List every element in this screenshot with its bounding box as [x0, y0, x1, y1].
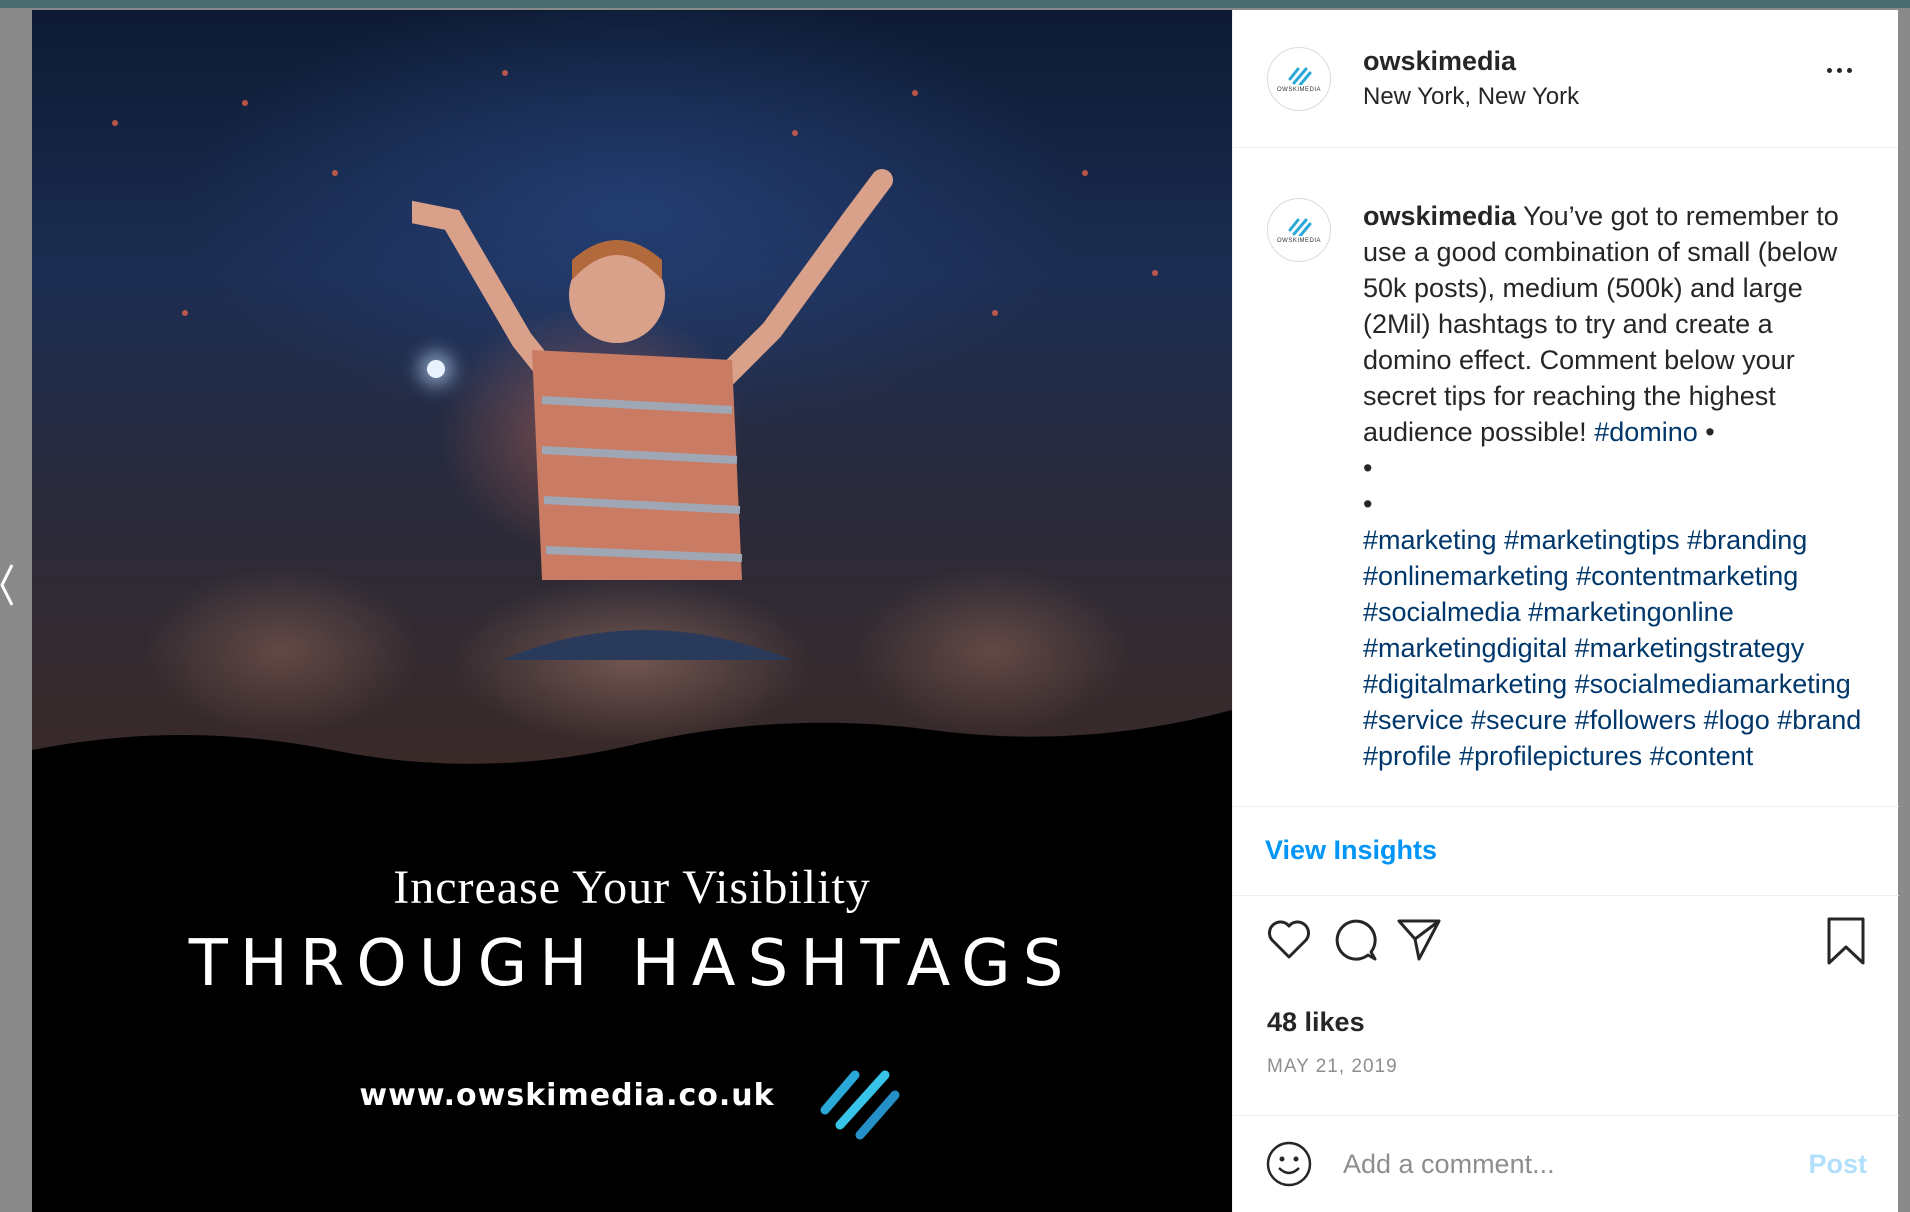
cheering-woman-figure [412, 169, 893, 660]
action-bar [1265, 915, 1867, 975]
post-sidebar: OWSKIMEDIA owskimedia New York, New York… [1232, 10, 1899, 1212]
avatar[interactable]: OWSKIMEDIA [1267, 198, 1331, 262]
logo-icon [1288, 218, 1312, 236]
logo-icon [820, 1070, 900, 1140]
image-headline-line1: Increase Your Visibility [393, 861, 871, 914]
avatar[interactable]: OWSKIMEDIA [1267, 46, 1331, 111]
caption-bullet: • [1363, 489, 1373, 519]
caption-username[interactable]: owskimedia [1363, 201, 1516, 231]
likes-count[interactable]: 48 likes [1267, 1007, 1365, 1038]
caption-area[interactable]: OWSKIMEDIA owskimedia You’ve got to reme… [1233, 148, 1899, 806]
post-comment-button[interactable]: Post [1808, 1149, 1867, 1180]
image-website: www.owskimedia.co.uk [359, 1077, 775, 1113]
logo-icon [1288, 67, 1312, 85]
more-options-icon[interactable] [1827, 68, 1852, 73]
back-arrow-icon[interactable] [0, 560, 14, 610]
post-modal: Increase Your Visibility THROUGH HASHTAG… [32, 10, 1899, 1212]
hashtag-link[interactable]: #domino [1594, 417, 1698, 447]
browser-strip [0, 0, 1910, 8]
caption-text: owskimedia You’ve got to remember to use… [1363, 198, 1863, 806]
bookmark-icon[interactable] [1825, 915, 1867, 967]
caption-bullet: • [1363, 453, 1373, 483]
caption-body: You’ve got to remember to use a good com… [1363, 201, 1839, 447]
post-date: MAY 21, 2019 [1267, 1056, 1398, 1077]
comment-input[interactable] [1343, 1148, 1783, 1180]
caption-bullet: • [1705, 417, 1715, 447]
location-link[interactable]: New York, New York [1363, 83, 1579, 111]
share-icon[interactable] [1395, 915, 1443, 963]
avatar-label: OWSKIMEDIA [1276, 86, 1321, 93]
post-image[interactable]: Increase Your Visibility THROUGH HASHTAG… [32, 10, 1232, 1212]
post-header: OWSKIMEDIA owskimedia New York, New York [1233, 10, 1898, 148]
hashtag-list[interactable]: #marketing #marketingtips #branding #onl… [1363, 522, 1863, 774]
username-link[interactable]: owskimedia [1363, 46, 1579, 77]
image-headline: Increase Your Visibility THROUGH HASHTAG… [32, 860, 1232, 1001]
comment-icon[interactable] [1331, 915, 1379, 963]
image-headline-line2: THROUGH HASHTAGS [188, 927, 1076, 1001]
avatar-label: OWSKIMEDIA [1276, 238, 1321, 244]
heart-icon[interactable] [1265, 915, 1313, 963]
view-insights-row: View Insights [1233, 806, 1899, 896]
image-wave-divider [32, 710, 1232, 790]
view-insights-link[interactable]: View Insights [1265, 835, 1437, 865]
image-footer: www.owskimedia.co.uk [32, 1050, 1232, 1140]
emoji-icon[interactable] [1265, 1140, 1313, 1188]
comment-bar: Post [1233, 1115, 1899, 1212]
